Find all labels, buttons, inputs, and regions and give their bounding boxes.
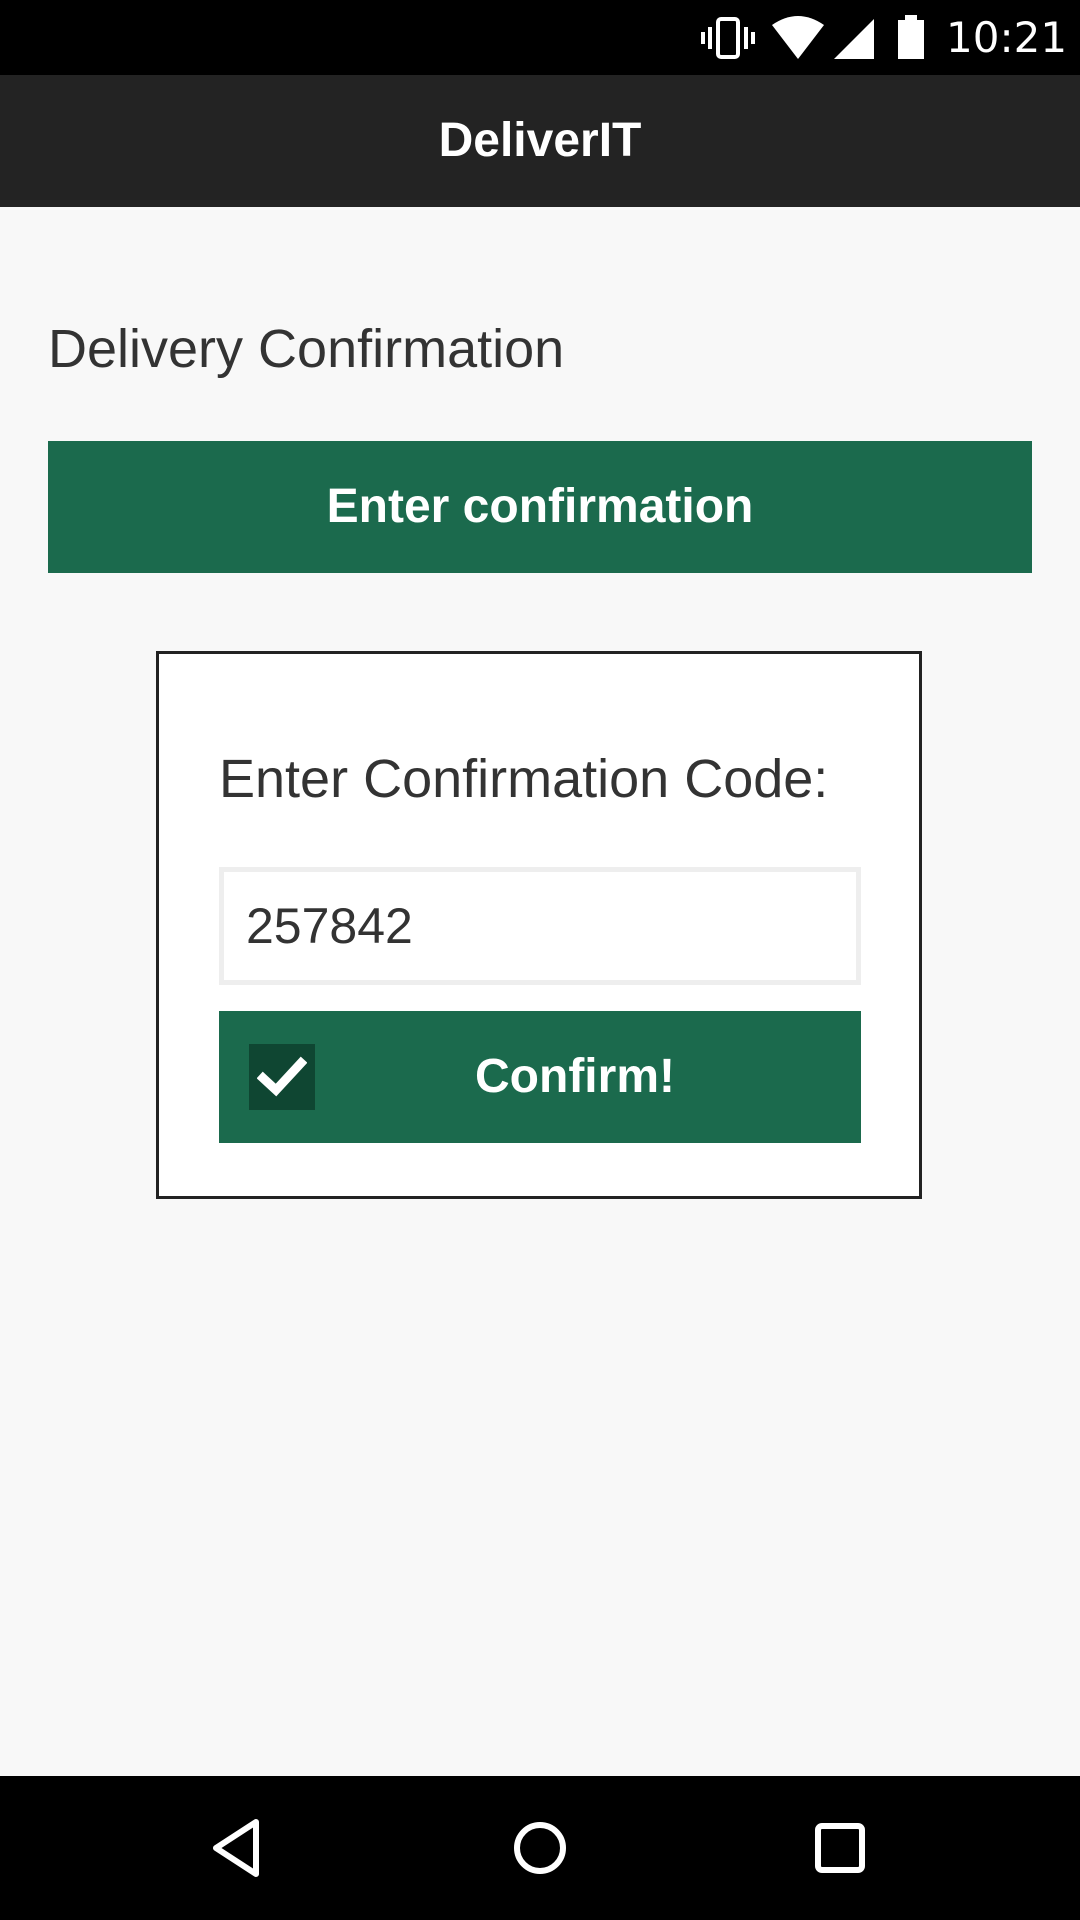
- battery-icon: [898, 15, 924, 59]
- app-title: DeliverIT: [438, 114, 642, 167]
- enter-confirmation-button[interactable]: Enter confirmation: [48, 441, 1032, 573]
- recents-icon[interactable]: [804, 1812, 876, 1884]
- home-icon[interactable]: [504, 1812, 576, 1884]
- status-bar: 10:21: [0, 0, 1080, 75]
- back-icon[interactable]: [204, 1812, 276, 1884]
- vibrate-icon: [701, 17, 755, 59]
- app-bar: DeliverIT: [0, 75, 1080, 207]
- page-title: Delivery Confirmation: [48, 319, 565, 379]
- navigation-bar: [0, 1776, 1080, 1920]
- confirm-button[interactable]: Confirm!: [219, 1011, 861, 1143]
- confirmation-code-label: Enter Confirmation Code:: [219, 749, 829, 809]
- status-time: 10:21: [946, 13, 1068, 62]
- wifi-icon: [772, 16, 824, 59]
- signal-icon: [834, 19, 874, 59]
- confirm-button-label: Confirm!: [475, 1050, 675, 1103]
- confirmation-code-input[interactable]: [219, 867, 861, 985]
